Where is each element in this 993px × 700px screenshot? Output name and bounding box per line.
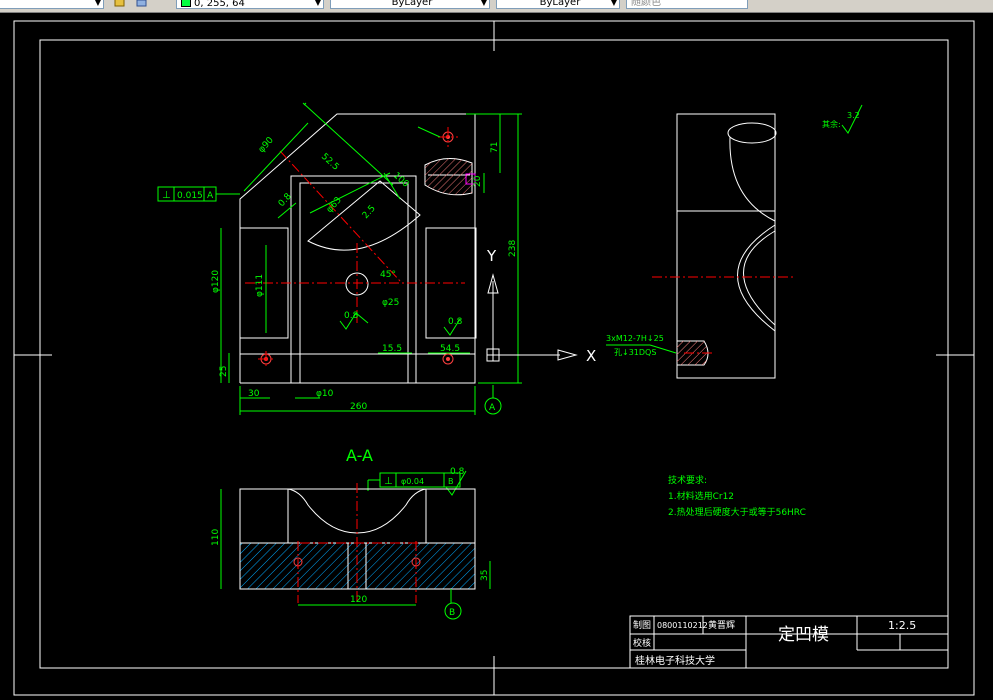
lineweight-value: ByLayer <box>539 0 581 8</box>
chevron-down-icon: ▼ <box>94 0 101 7</box>
ucs-y-label: Y <box>486 247 497 265</box>
dim-phi120: φ120 <box>211 270 221 293</box>
tb-student-id: 0800110212 <box>657 621 708 630</box>
main-view: ⊥ 0.015 A φ90 52.5 100 φ63 0.8 2.5 φ120 … <box>157 102 596 415</box>
dim-25-left: 25 <box>219 366 229 377</box>
chevron-down-icon: ▼ <box>480 0 487 7</box>
dim-35: 35 <box>480 570 490 581</box>
title-block: 制图 0800110212 黄晋辉 校核 定凹模 1:2.5 桂林电子科技大学 <box>629 615 949 669</box>
gdt-symbol: ⊥ <box>162 190 171 201</box>
layer-states-icon[interactable] <box>136 0 148 8</box>
plotstyle-dropdown[interactable]: 随颜色 <box>626 0 748 9</box>
dim-20: 20 <box>473 175 483 187</box>
datum-a-label: A <box>489 403 496 413</box>
tb-name: 黄晋辉 <box>708 619 735 631</box>
thread-note-2: 孔↓31DQS <box>614 348 656 357</box>
drawing-canvas[interactable]: ⊥ 0.015 A φ90 52.5 100 φ63 0.8 2.5 φ120 … <box>0 13 993 700</box>
dim-15-5: 15.5 <box>382 344 402 354</box>
dim-238: 238 <box>508 240 518 257</box>
linetype-value: ByLayer <box>391 0 433 8</box>
layer-dropdown[interactable]: ▼ <box>0 0 104 9</box>
gdt-value-section: φ0.04 <box>401 477 424 486</box>
technical-notes: 技术要求: 1.材料选用Cr12 2.热处理后硬度大于或等于56HRC <box>668 474 806 518</box>
properties-toolbar: ▼ 0, 255, 64 ▼ ByLayer ▼ ByLayer ▼ 随颜色 <box>0 0 993 13</box>
color-dropdown[interactable]: 0, 255, 64 ▼ <box>176 0 324 9</box>
chevron-down-icon: ▼ <box>314 0 321 7</box>
ucs-x-label: X <box>586 347 596 365</box>
tb-checked-label: 校核 <box>633 637 651 649</box>
side-view: 3xM12-7H↓25 孔↓31DQS 其余: 3.2 <box>606 104 863 379</box>
roughness-rest-label: 其余: <box>822 119 841 129</box>
datum-a-marker: A <box>484 385 502 415</box>
gdt-value: 0.015 <box>177 191 203 201</box>
roughness-rest-value: 3.2 <box>847 111 860 120</box>
chevron-down-icon: ▼ <box>610 0 617 7</box>
notes-heading: 技术要求: <box>668 474 707 486</box>
dim-54-5: 54.5 <box>440 344 460 354</box>
gdt-frame-main: ⊥ 0.015 A <box>157 186 240 202</box>
gdt-datum-section: B <box>448 477 454 486</box>
dim-angle45: 45° <box>380 270 396 280</box>
thread-note-1: 3xM12-7H↓25 <box>606 334 664 343</box>
gdt-datum: A <box>207 191 214 201</box>
notes-line-2: 2.热处理后硬度大于或等于56HRC <box>668 506 806 518</box>
dim-phi25: φ25 <box>382 298 399 308</box>
notes-line-1: 1.材料选用Cr12 <box>668 490 734 502</box>
section-title: A-A <box>346 446 373 465</box>
dim-110: 110 <box>211 529 221 546</box>
roughness-2: 0.8 <box>448 317 463 327</box>
ucs-icon <box>486 273 578 362</box>
linetype-dropdown[interactable]: ByLayer ▼ <box>330 0 490 9</box>
color-value: 0, 255, 64 <box>194 0 245 9</box>
dim-phi63: φ63 <box>325 195 344 215</box>
dim-phi111: φ111 <box>255 274 265 297</box>
dim-r6b: 2.5 <box>361 204 378 221</box>
section-view: A-A ⊥ φ0.04 B 0.8 110 120 35 B <box>211 446 491 620</box>
tb-scale: 1:2.5 <box>888 619 916 632</box>
dim-phi90: φ90 <box>257 135 276 155</box>
tb-drawn-by-label: 制图 <box>633 619 651 631</box>
inner-frame <box>39 39 949 669</box>
plotstyle-value: 随颜色 <box>631 0 661 8</box>
roughness-1: 0.8 <box>344 311 359 321</box>
dim-phi10: φ10 <box>316 389 334 399</box>
dim-52-5: 52.5 <box>319 152 341 173</box>
datum-b-label: B <box>449 608 455 618</box>
tb-part-name: 定凹模 <box>778 625 829 645</box>
dim-71: 71 <box>490 142 500 153</box>
section-roughness: 0.8 <box>450 467 465 477</box>
dim-260: 260 <box>350 402 367 412</box>
tb-school: 桂林电子科技大学 <box>635 654 715 667</box>
dim-30: 30 <box>248 389 260 399</box>
gdt-frame-section: ⊥ φ0.04 B <box>367 472 461 491</box>
gdt-symbol-section: ⊥ <box>384 476 393 487</box>
color-swatch <box>181 0 191 7</box>
lineweight-dropdown[interactable]: ByLayer ▼ <box>496 0 620 9</box>
dim-120: 120 <box>350 595 367 605</box>
layer-tool-icon[interactable] <box>114 0 126 8</box>
